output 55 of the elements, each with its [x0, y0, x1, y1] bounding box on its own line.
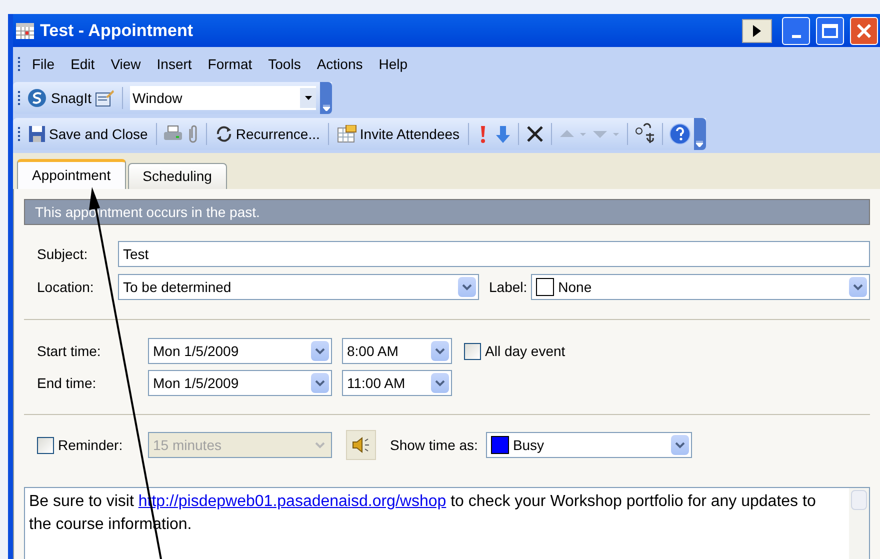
swirl-logo-icon — [27, 88, 47, 108]
menu-item[interactable]: Tools — [261, 52, 308, 76]
calendar-envelope-icon — [336, 125, 357, 143]
menu-item[interactable]: Insert — [150, 52, 199, 76]
field-label: End time: — [36, 374, 98, 392]
toolbar-options-icon[interactable] — [320, 82, 332, 114]
menu-item[interactable]: Help — [372, 52, 415, 76]
caret-icon — [304, 96, 312, 100]
maximize-button[interactable] — [816, 16, 844, 44]
recurrence-button[interactable]: Recurrence... — [212, 124, 322, 144]
menu-item[interactable]: Edit — [64, 52, 102, 76]
window-title: Test - Appointment — [40, 20, 194, 42]
start-time-dropdown[interactable]: 8:00 AM — [342, 338, 452, 364]
down-arrow-icon[interactable] — [494, 124, 512, 144]
delete-icon[interactable] — [524, 124, 545, 144]
menu-item[interactable]: View — [104, 52, 148, 76]
calendar-icon — [16, 22, 34, 38]
checkbox[interactable] — [464, 342, 481, 360]
help-icon[interactable] — [668, 123, 691, 145]
end-date-dropdown[interactable]: Mon 1/5/2009 — [148, 370, 332, 396]
minimize-button[interactable] — [782, 16, 810, 44]
subject-field[interactable]: Test — [118, 241, 870, 267]
menu-item[interactable]: File — [25, 52, 62, 76]
document-edit-icon[interactable] — [95, 89, 116, 107]
play-button[interactable] — [742, 18, 772, 42]
speaker-button[interactable] — [346, 430, 376, 460]
save-and-close-button[interactable]: Save and Close — [26, 124, 150, 144]
tab[interactable]: Scheduling — [128, 163, 227, 189]
translate-icon[interactable] — [634, 123, 656, 145]
circular-arrows-icon — [214, 125, 233, 143]
field-label: Subject: — [36, 244, 89, 264]
checkbox-label: Reminder: — [58, 436, 123, 454]
play-icon — [753, 24, 761, 36]
field-label: Start time: — [36, 342, 102, 360]
snagit-button[interactable]: SnagIt — [51, 88, 92, 108]
start-date-dropdown[interactable]: Mon 1/5/2009 — [148, 338, 332, 364]
toolbar-options-icon[interactable] — [694, 118, 706, 150]
scrollbar[interactable] — [849, 488, 869, 559]
show-time-as-dropdown[interactable]: Busy — [486, 432, 692, 458]
close-button[interactable] — [850, 16, 878, 44]
speaker-icon — [351, 436, 371, 454]
printer-icon[interactable] — [162, 125, 183, 143]
checkbox-label: All day event — [485, 342, 566, 361]
tab[interactable]: Appointment — [17, 159, 126, 189]
field-label: Show time as: — [390, 436, 478, 454]
label-dropdown[interactable]: None — [531, 274, 870, 300]
field-label: Location: — [36, 278, 95, 296]
menu-item[interactable]: Actions — [310, 52, 370, 76]
close-icon — [856, 22, 872, 38]
invite-attendees-button[interactable]: Invite Attendees — [334, 124, 462, 144]
menu-item[interactable]: Format — [200, 52, 260, 76]
location-field[interactable]: To be determined — [118, 274, 479, 300]
end-time-dropdown[interactable]: 11:00 AM — [342, 370, 452, 396]
capture-mode-dropdown[interactable]: Window — [130, 86, 316, 110]
field-label: Label: — [489, 278, 528, 296]
